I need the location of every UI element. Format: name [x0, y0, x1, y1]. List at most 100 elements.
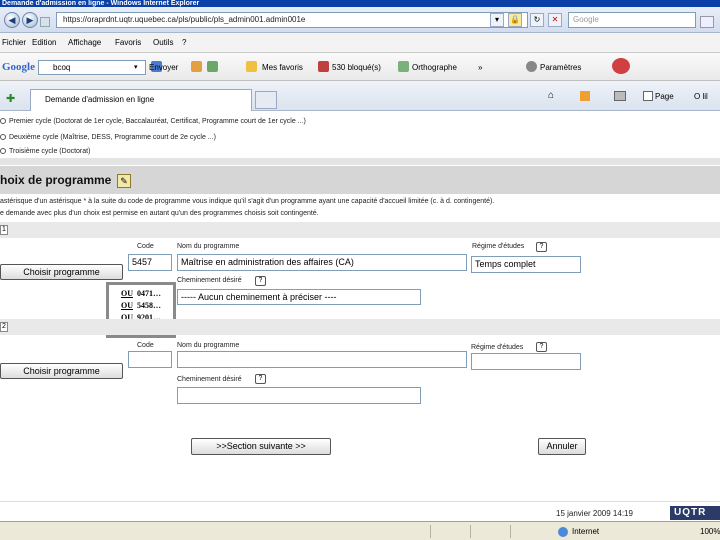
choice-number: 1 [0, 225, 8, 235]
menu-outils[interactable]: Outils [153, 37, 173, 49]
dropdown-icon[interactable]: ▾ [490, 13, 504, 27]
parametres-button[interactable]: Paramètres [540, 62, 581, 73]
code-field[interactable] [128, 351, 172, 368]
menu-favoris[interactable]: Favoris [115, 37, 141, 49]
search-input[interactable]: Google [568, 12, 696, 28]
choose-program-button[interactable]: Choisir programme [0, 264, 123, 280]
back-button[interactable]: ◀ [4, 12, 20, 28]
orthographe-button[interactable]: Orthographe [412, 62, 457, 73]
google-toolbar: Google bcoq ▾ Envoyer Mes favoris 530 bl… [0, 53, 720, 81]
status-bar: Internet 100% [0, 521, 720, 540]
window-title: Demande d'admission en ligne - Windows I… [0, 0, 720, 7]
popup-blocked-count[interactable]: 530 bloqué(s) [332, 62, 381, 73]
page-icon [643, 91, 653, 101]
print-icon[interactable] [614, 91, 626, 101]
favoris-button[interactable]: Mes favoris [262, 62, 303, 73]
zone-label: Internet [572, 527, 600, 536]
cycle-label-3: Troisième cycle (Doctorat) [9, 148, 91, 155]
cycle-option-3[interactable]: Troisième cycle (Doctorat) [0, 148, 90, 155]
next-section-button[interactable]: >>Section suivante >> [191, 438, 331, 455]
cheminement-label: Cheminement désiré [177, 376, 242, 383]
suggestion-item[interactable]: OU 0471… [121, 288, 173, 300]
home-icon[interactable]: ⌂ [548, 90, 554, 101]
code-label: Code [137, 243, 154, 250]
menu-edition[interactable]: Edition [32, 37, 56, 49]
search-go-icon[interactable] [700, 16, 714, 28]
cheminement-field[interactable] [177, 387, 421, 404]
suggestion-value: 0471… [137, 289, 161, 298]
radio-icon[interactable] [0, 148, 6, 155]
program-label: Nom du programme [177, 342, 240, 349]
code-label: Code [137, 342, 154, 349]
choice-number: 2 [0, 322, 8, 332]
refresh-icon[interactable]: ↻ [530, 13, 544, 27]
tab-label: Demande d'admission en ligne [45, 95, 155, 104]
address-toolbar: ◀ ▶ https://oraprdnt.uqtr.uquebec.ca/pls… [0, 7, 720, 33]
help-icon[interactable]: ? [536, 342, 547, 352]
lock-icon[interactable]: 🔒 [508, 13, 522, 27]
forward-button[interactable]: ▶ [22, 12, 38, 28]
dropdown-arrow-icon[interactable]: ▾ [134, 63, 138, 71]
envoyer-button[interactable]: Envoyer [149, 62, 178, 73]
dropdown-arrow-icon[interactable] [40, 17, 50, 27]
help-icon[interactable]: ? [255, 276, 266, 286]
regime-field[interactable] [471, 353, 581, 370]
help-icon[interactable]: ? [536, 242, 547, 252]
choose-program-button[interactable]: Choisir programme [0, 363, 123, 379]
page-footer: 15 janvier 2009 14:19 UQTR [0, 501, 720, 521]
program-field[interactable]: Maîtrise en administration des affaires … [177, 254, 467, 271]
extension-icon[interactable] [612, 58, 630, 74]
cycle-option-1[interactable]: Premier cycle (Doctorat de 1er cycle, Ba… [0, 118, 306, 125]
section-header: hoix de programme ✎ [0, 166, 720, 194]
share-icon[interactable] [191, 61, 202, 72]
separator [0, 158, 720, 165]
choice-1-header: 1 [0, 222, 720, 238]
google-search-input[interactable]: bcoq [38, 60, 146, 75]
suggestion-prefix: OU [121, 289, 133, 298]
section-title: hoix de programme [0, 173, 112, 187]
regime-label: Régime d'études [472, 243, 525, 250]
url-input[interactable]: https://oraprdnt.uqtr.uquebec.ca/pls/pub… [56, 12, 528, 28]
uqtr-logo: UQTR [670, 506, 720, 520]
tab-bar: ✚ Demande d'admission en ligne ⌂ Page O … [0, 81, 720, 111]
footer-date: 15 janvier 2009 14:19 [556, 509, 633, 518]
new-tab-button[interactable] [255, 91, 277, 109]
regime-field[interactable]: Temps complet [471, 256, 581, 273]
pencil-icon: ✎ [117, 174, 131, 188]
regime-label: Régime d'études [471, 344, 524, 351]
stop-icon[interactable]: ✕ [548, 13, 562, 27]
zoom-level[interactable]: 100% [700, 527, 720, 536]
radio-icon[interactable] [0, 134, 6, 141]
menu-help[interactable]: ? [182, 37, 186, 49]
cheminement-label: Cheminement désiré [177, 277, 242, 284]
page-menu[interactable]: Page [655, 92, 674, 102]
radio-icon[interactable] [0, 118, 6, 125]
cycle-label-2: Deuxième cycle (Maîtrise, DESS, Programm… [9, 134, 216, 141]
menu-affichage[interactable]: Affichage [68, 37, 101, 49]
favorites-star-icon[interactable]: ✚ [6, 92, 15, 105]
outils-menu[interactable]: O lil [694, 92, 708, 102]
cancel-button[interactable]: Annuler [538, 438, 586, 455]
help-icon[interactable]: ? [255, 374, 266, 384]
star-icon[interactable] [246, 61, 257, 72]
popup-blocker-icon[interactable] [318, 61, 329, 72]
tab-active[interactable]: Demande d'admission en ligne [30, 89, 252, 111]
program-field[interactable] [177, 351, 467, 368]
cheminement-field[interactable]: ----- Aucun cheminement à préciser ---- [177, 289, 421, 305]
tool-icon[interactable] [207, 61, 218, 72]
status-cell [430, 525, 470, 538]
settings-icon[interactable] [526, 61, 537, 72]
code-field[interactable]: 5457 [128, 254, 172, 271]
spellcheck-icon[interactable] [398, 61, 409, 72]
google-logo: Google [2, 61, 35, 73]
more-button[interactable]: » [478, 62, 482, 73]
cycle-option-2[interactable]: Deuxième cycle (Maîtrise, DESS, Programm… [0, 134, 216, 141]
menu-fichier[interactable]: Fichier [2, 37, 26, 49]
globe-icon [558, 527, 568, 537]
menu-bar: Fichier Edition Affichage Favoris Outils… [0, 33, 720, 53]
rss-icon[interactable] [580, 91, 590, 101]
cycle-label-1: Premier cycle (Doctorat de 1er cycle, Ba… [9, 118, 306, 125]
suggestion-item[interactable]: OU 5458… [121, 300, 173, 312]
status-cell [470, 525, 510, 538]
suggestion-value: 5458… [137, 301, 161, 310]
